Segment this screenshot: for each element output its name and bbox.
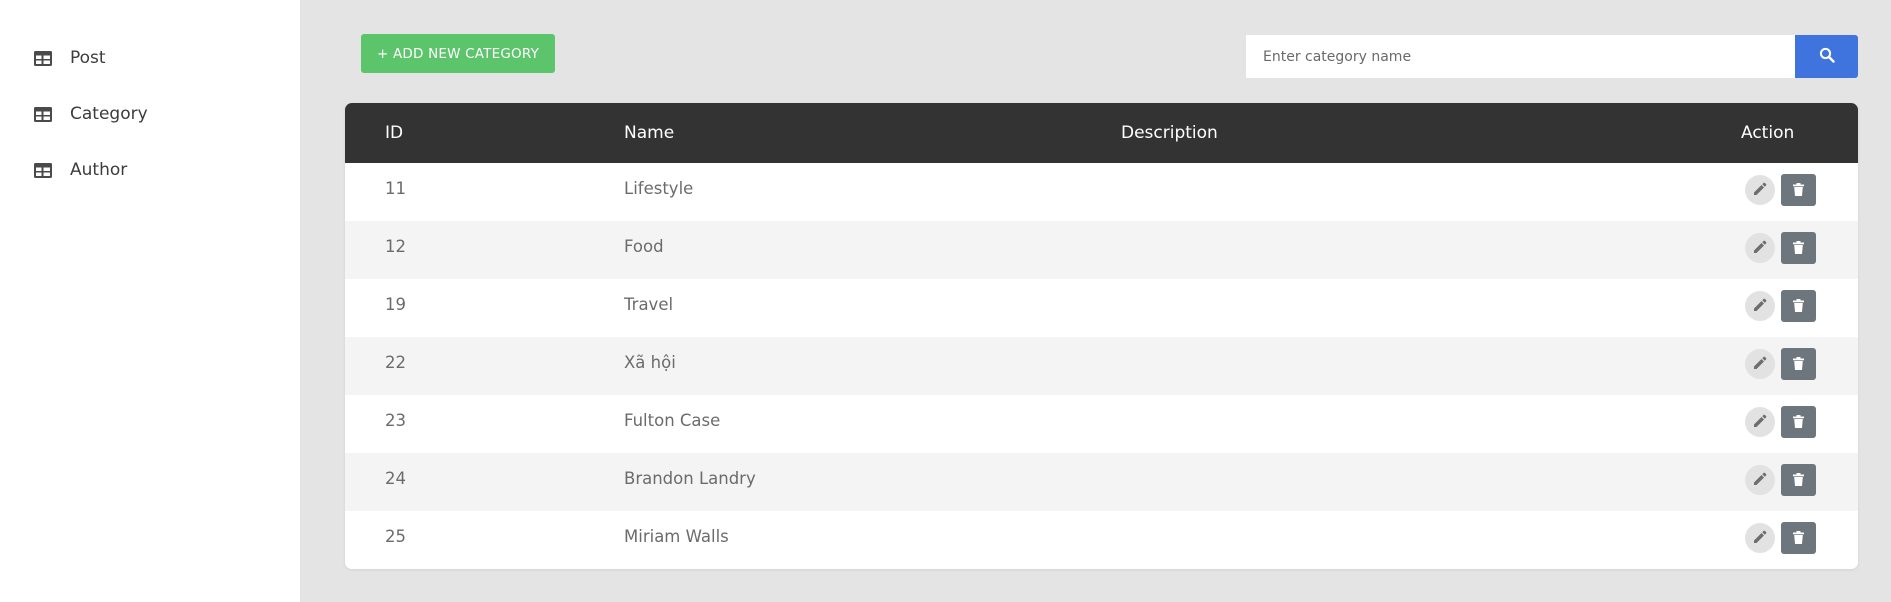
- sidebar-item-label: Category: [70, 104, 148, 124]
- sidebar-item-label: Author: [70, 160, 128, 180]
- table-icon: [34, 162, 52, 178]
- cell-name: Brandon Landry: [624, 469, 756, 488]
- pencil-icon: [1753, 355, 1767, 374]
- column-header-description: Description: [1121, 123, 1218, 143]
- add-new-category-button[interactable]: + ADD NEW CATEGORY: [361, 34, 555, 73]
- edit-button[interactable]: [1745, 523, 1775, 553]
- edit-button[interactable]: [1745, 233, 1775, 263]
- cell-name: Fulton Case: [624, 411, 721, 430]
- trash-icon: [1793, 529, 1804, 548]
- sidebar-item-category[interactable]: Category: [0, 86, 300, 142]
- delete-button[interactable]: [1781, 290, 1816, 322]
- delete-button[interactable]: [1781, 522, 1816, 554]
- delete-button[interactable]: [1781, 232, 1816, 264]
- table-row: 25 Miriam Walls: [345, 511, 1858, 569]
- cell-id: 23: [385, 411, 406, 430]
- trash-icon: [1793, 239, 1804, 258]
- edit-button[interactable]: [1745, 175, 1775, 205]
- delete-button[interactable]: [1781, 348, 1816, 380]
- main-content: + ADD NEW CATEGORY ID Name Description A…: [300, 0, 1891, 602]
- cell-id: 12: [385, 237, 406, 256]
- table-row: 23 Fulton Case: [345, 395, 1858, 453]
- cell-id: 25: [385, 527, 406, 546]
- cell-name: Travel: [624, 295, 674, 314]
- pencil-icon: [1753, 471, 1767, 490]
- trash-icon: [1793, 181, 1804, 200]
- edit-button[interactable]: [1745, 291, 1775, 321]
- delete-button[interactable]: [1781, 464, 1816, 496]
- edit-button[interactable]: [1745, 407, 1775, 437]
- table-body: 11 Lifestyle 12 Food 19 Travel 22 Xã hội…: [345, 163, 1858, 569]
- sidebar-item-label: Post: [70, 48, 106, 68]
- pencil-icon: [1753, 297, 1767, 316]
- column-header-name: Name: [624, 123, 675, 143]
- pencil-icon: [1753, 181, 1767, 200]
- trash-icon: [1793, 355, 1804, 374]
- cell-id: 22: [385, 353, 406, 372]
- search-button[interactable]: [1795, 35, 1858, 78]
- trash-icon: [1793, 297, 1804, 316]
- cell-id: 11: [385, 179, 406, 198]
- cell-name: Food: [624, 237, 664, 256]
- trash-icon: [1793, 471, 1804, 490]
- column-header-action: Action: [1741, 123, 1795, 143]
- cell-name: Miriam Walls: [624, 527, 729, 546]
- sidebar: Post Category Author: [0, 0, 300, 602]
- table-row: 24 Brandon Landry: [345, 453, 1858, 511]
- table-icon: [34, 50, 52, 66]
- edit-button[interactable]: [1745, 465, 1775, 495]
- pencil-icon: [1753, 529, 1767, 548]
- category-table: ID Name Description Action 11 Lifestyle …: [345, 103, 1858, 569]
- cell-id: 19: [385, 295, 406, 314]
- pencil-icon: [1753, 239, 1767, 258]
- sidebar-item-post[interactable]: Post: [0, 30, 300, 86]
- table-row: 11 Lifestyle: [345, 163, 1858, 221]
- table-row: 22 Xã hội: [345, 337, 1858, 395]
- delete-button[interactable]: [1781, 406, 1816, 438]
- table-icon: [34, 106, 52, 122]
- edit-button[interactable]: [1745, 349, 1775, 379]
- delete-button[interactable]: [1781, 174, 1816, 206]
- cell-name: Lifestyle: [624, 179, 694, 198]
- table-header: ID Name Description Action: [345, 103, 1858, 163]
- cell-name: Xã hội: [624, 353, 676, 372]
- table-row: 19 Travel: [345, 279, 1858, 337]
- search-input[interactable]: [1246, 35, 1796, 78]
- trash-icon: [1793, 413, 1804, 432]
- cell-id: 24: [385, 469, 406, 488]
- search-icon: [1819, 47, 1835, 67]
- column-header-id: ID: [385, 123, 404, 143]
- pencil-icon: [1753, 413, 1767, 432]
- table-row: 12 Food: [345, 221, 1858, 279]
- sidebar-item-author[interactable]: Author: [0, 142, 300, 198]
